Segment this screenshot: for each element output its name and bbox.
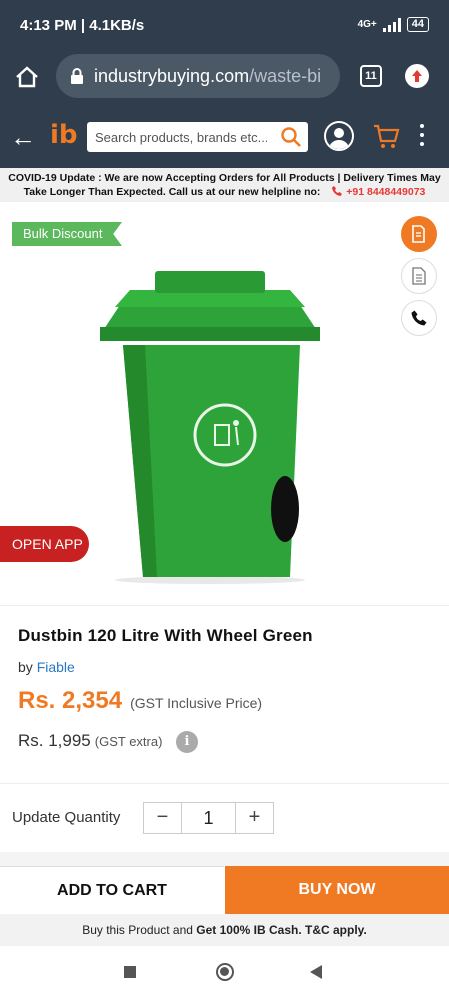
status-time: 4:13 PM | 4.1KB/s	[20, 17, 145, 34]
url-host: industrybuying.com	[94, 65, 250, 86]
ib-cash-banner: Buy this Product and Get 100% IB Cash. T…	[0, 914, 449, 946]
site-logo[interactable]: ib	[50, 120, 78, 150]
status-icons: 4G+ 44	[358, 17, 429, 32]
brand-link[interactable]: Fiable	[37, 659, 75, 675]
quantity-label: Update Quantity	[12, 809, 121, 826]
arrow-up-icon	[412, 70, 422, 82]
phone-icon	[411, 310, 427, 326]
android-nav-bar	[0, 946, 449, 999]
cart-icon[interactable]	[372, 122, 400, 150]
search-icon[interactable]	[280, 126, 302, 148]
status-bar: 4:13 PM | 4.1KB/s 4G+ 44	[0, 0, 449, 52]
buy-now-button[interactable]: BUY NOW	[225, 866, 449, 914]
product-image[interactable]	[95, 265, 325, 585]
specification-button[interactable]	[401, 258, 437, 294]
brand-prefix: by	[18, 659, 33, 675]
lock-icon	[71, 68, 83, 84]
quantity-input[interactable]: 1	[181, 803, 236, 833]
bulk-discount-tag[interactable]: Bulk Discount	[12, 222, 122, 246]
info-icon[interactable]: i	[176, 731, 198, 753]
home-nav-icon[interactable]	[216, 963, 234, 981]
back-arrow-icon[interactable]: ←	[10, 122, 36, 153]
quantity-decrease-button[interactable]: −	[144, 803, 181, 833]
price-ex-gst-note: (GST extra)	[94, 734, 163, 749]
divider	[0, 783, 449, 784]
home-icon[interactable]	[14, 64, 40, 90]
cash-prefix: Buy this Product and	[82, 923, 193, 937]
tab-switcher-button[interactable]: 11	[360, 65, 382, 87]
back-nav-icon[interactable]	[310, 965, 322, 979]
phone-icon	[332, 186, 343, 196]
helpline-number[interactable]: +91 8448449073	[346, 186, 425, 198]
product-price: Rs. 2,354	[18, 687, 123, 714]
network-label: 4G+	[357, 19, 377, 30]
call-button[interactable]	[401, 300, 437, 336]
site-header: ← ib	[0, 102, 449, 168]
search-input[interactable]	[87, 122, 267, 152]
quantity-stepper: − 1 +	[143, 802, 274, 834]
battery-icon: 44	[406, 17, 429, 32]
price-row: Rs. 2,354 (GST Inclusive Price)	[18, 687, 262, 715]
product-title: Dustbin 120 Litre With Wheel Green	[18, 626, 313, 645]
divider	[0, 605, 449, 606]
search-box[interactable]	[87, 122, 308, 152]
price-ex-gst: Rs. 1,995	[18, 731, 91, 750]
separator-band	[0, 852, 449, 866]
browser-toolbar: industrybuying.com/waste-bi 11	[0, 52, 449, 102]
url-path: /waste-bi	[249, 65, 322, 86]
recents-icon[interactable]	[124, 966, 136, 978]
price-ex-gst-row: Rs. 1,995 (GST extra)	[18, 731, 162, 751]
browser-update-button[interactable]	[405, 64, 429, 88]
user-account-icon[interactable]	[324, 121, 354, 151]
document-icon	[412, 267, 426, 285]
brand-line: by Fiable	[18, 659, 75, 675]
add-to-cart-button[interactable]: ADD TO CART	[0, 866, 224, 914]
price-note: (GST Inclusive Price)	[130, 695, 263, 711]
open-app-button[interactable]: OPEN APP	[0, 526, 89, 562]
address-bar[interactable]: industrybuying.com/waste-bi	[56, 54, 340, 98]
document-add-icon	[412, 225, 425, 243]
more-options-icon[interactable]	[420, 124, 426, 151]
cash-offer[interactable]: Get 100% IB Cash. T&C apply.	[196, 923, 367, 937]
covid-notice: COVID-19 Update : We are now Accepting O…	[0, 168, 449, 202]
quote-button[interactable]	[401, 216, 437, 252]
quantity-increase-button[interactable]: +	[236, 803, 273, 833]
signal-icon	[382, 17, 401, 32]
